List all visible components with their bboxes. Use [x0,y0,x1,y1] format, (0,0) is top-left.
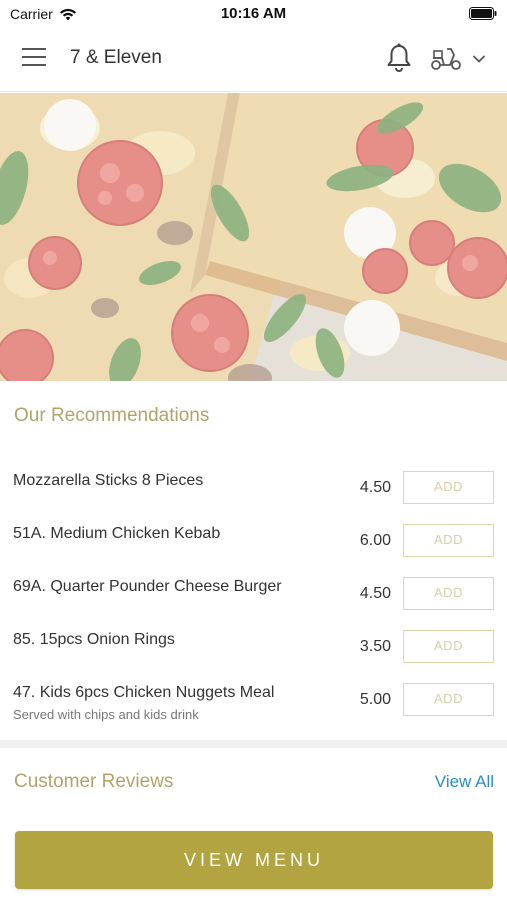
bell-icon[interactable] [385,42,413,74]
item-name: 51A. Medium Chicken Kebab [13,525,221,542]
shop-title: 7 & Eleven [70,47,162,68]
item-price: 5.00 [359,691,391,708]
item-price: 3.50 [359,638,391,655]
app-header: 7 & Eleven [0,28,507,92]
item-name: Mozzarella Sticks 8 Pieces [13,472,204,489]
list-item: Mozzarella Sticks 8 Pieces 4.50 ADD [0,455,507,508]
item-description: Served with chips and kids drink [13,707,199,722]
list-item: 85. 15pcs Onion Rings 3.50 ADD [0,614,507,667]
chevron-down-icon[interactable] [472,52,486,66]
hero-pizza-image [0,93,507,381]
list-item: 51A. Medium Chicken Kebab 6.00 ADD [0,508,507,561]
scooter-icon[interactable] [430,45,462,71]
section-divider [0,740,507,748]
add-button[interactable]: ADD [403,577,494,610]
recommendations-list: Mozzarella Sticks 8 Pieces 4.50 ADD 51A.… [0,455,507,722]
hero-overlay [0,93,507,381]
recommendations-title: Our Recommendations [14,405,210,426]
reviews-title: Customer Reviews [14,771,174,792]
add-button[interactable]: ADD [403,524,494,557]
item-name: 47. Kids 6pcs Chicken Nuggets Meal [13,684,275,701]
battery-icon [469,7,497,20]
list-item: 69A. Quarter Pounder Cheese Burger 4.50 … [0,561,507,614]
list-item: 47. Kids 6pcs Chicken Nuggets Meal Serve… [0,667,507,722]
item-price: 4.50 [359,585,391,602]
item-name: 85. 15pcs Onion Rings [13,631,175,648]
status-bar: Carrier 10:16 AM [0,0,507,28]
add-button[interactable]: ADD [403,471,494,504]
view-menu-button[interactable]: VIEW MENU [15,831,493,889]
item-price: 4.50 [359,479,391,496]
clock: 10:16 AM [220,5,287,22]
item-name: 69A. Quarter Pounder Cheese Burger [13,578,282,595]
add-button[interactable]: ADD [403,683,494,716]
item-price: 6.00 [359,532,391,549]
view-all-link[interactable]: View All [435,772,494,792]
menu-icon[interactable] [22,48,48,70]
add-button[interactable]: ADD [403,630,494,663]
